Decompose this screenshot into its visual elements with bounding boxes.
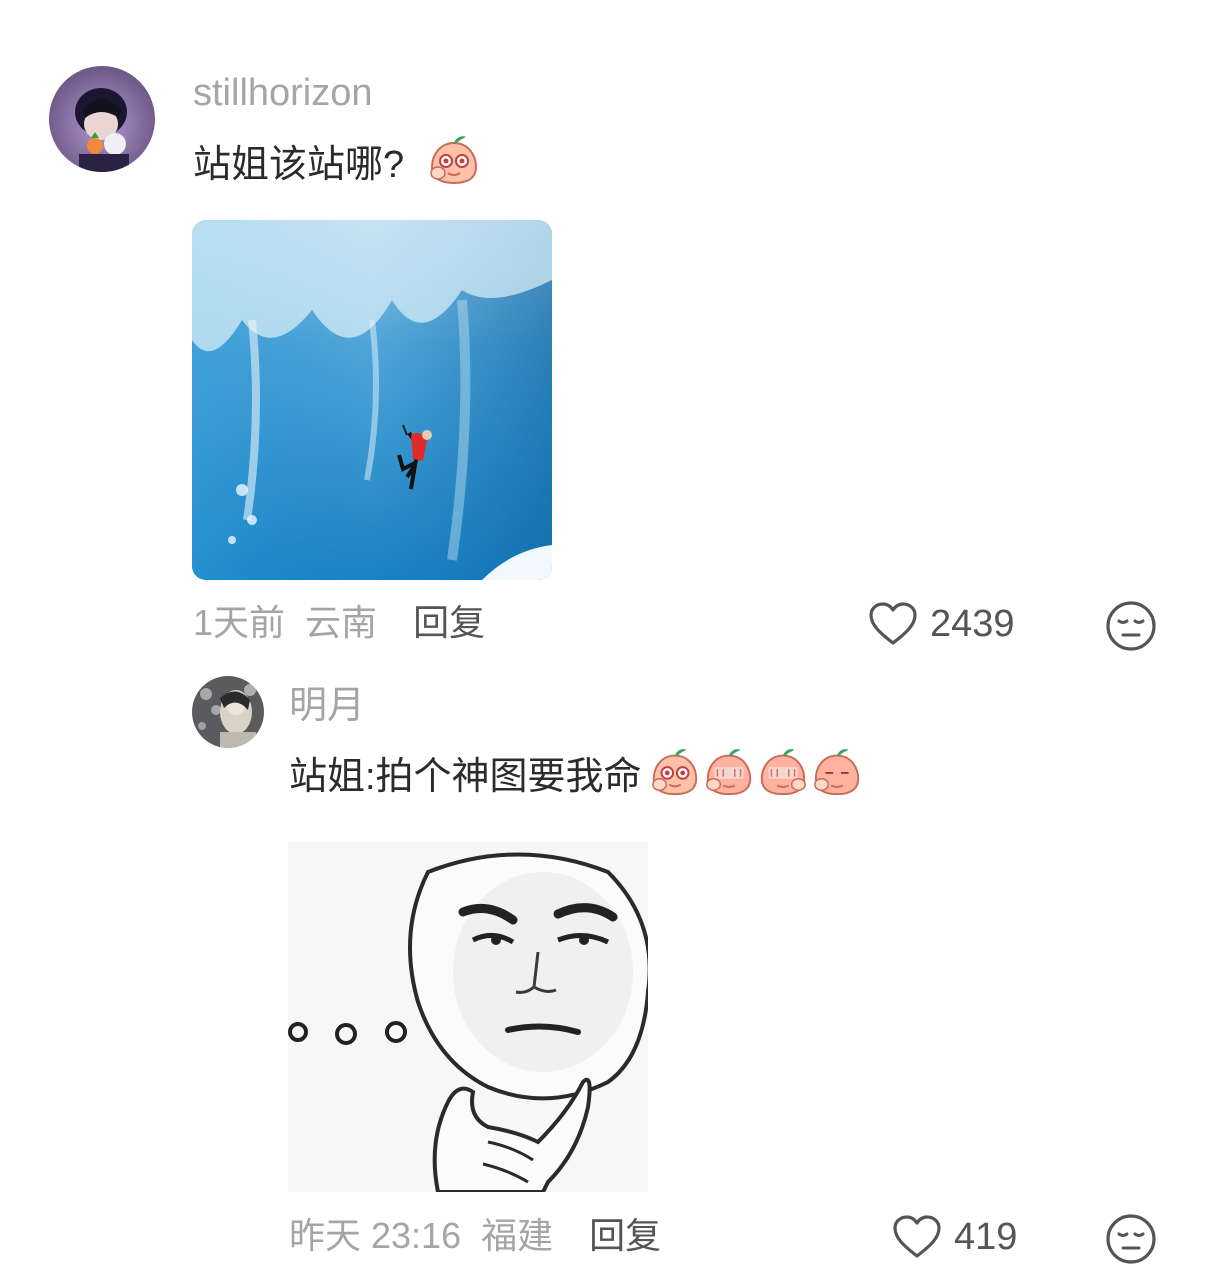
comment-body: 站姐该站哪? (193, 144, 405, 186)
like-button[interactable]: 2439 (868, 601, 1015, 647)
comment-location: 福建 (481, 1215, 554, 1256)
like-count: 2439 (930, 602, 1015, 645)
peach-face-emoji (648, 745, 702, 809)
reply-button[interactable]: 回复 (413, 602, 485, 643)
avatar[interactable] (49, 66, 155, 172)
heart-icon (893, 1215, 941, 1258)
peach-face-emoji (426, 133, 482, 197)
peach-face-emoji (702, 745, 756, 809)
comment-username[interactable]: 明月 (289, 684, 365, 728)
like-button[interactable]: 419 (892, 1214, 1017, 1260)
ice-climber-photo[interactable] (192, 220, 552, 580)
comment-body: 站姐:拍个神图要我命 (289, 756, 642, 798)
comment-text: 站姐:拍个神图要我命 (289, 745, 864, 809)
comment-time: 1天前 (193, 602, 286, 643)
peach-face-emoji (810, 745, 864, 809)
comment-meta: 昨天 23:16 福建 回复 (289, 1214, 661, 1258)
peach-face-emoji (756, 745, 810, 809)
avatar[interactable] (192, 676, 264, 748)
comment-location: 云南 (305, 602, 378, 643)
like-count: 419 (954, 1215, 1018, 1258)
comment-text: 站姐该站哪? (193, 133, 482, 197)
comment-time: 昨天 23:16 (289, 1215, 462, 1256)
heart-icon (869, 602, 917, 645)
neutral-face-icon[interactable] (1105, 1213, 1157, 1265)
reply-button[interactable]: 回复 (589, 1215, 661, 1256)
comment-username[interactable]: stillhorizon (193, 71, 373, 115)
neutral-face-icon[interactable] (1105, 600, 1157, 652)
thinking-meme[interactable] (288, 842, 648, 1192)
comment-meta: 1天前 云南 回复 (193, 601, 485, 645)
